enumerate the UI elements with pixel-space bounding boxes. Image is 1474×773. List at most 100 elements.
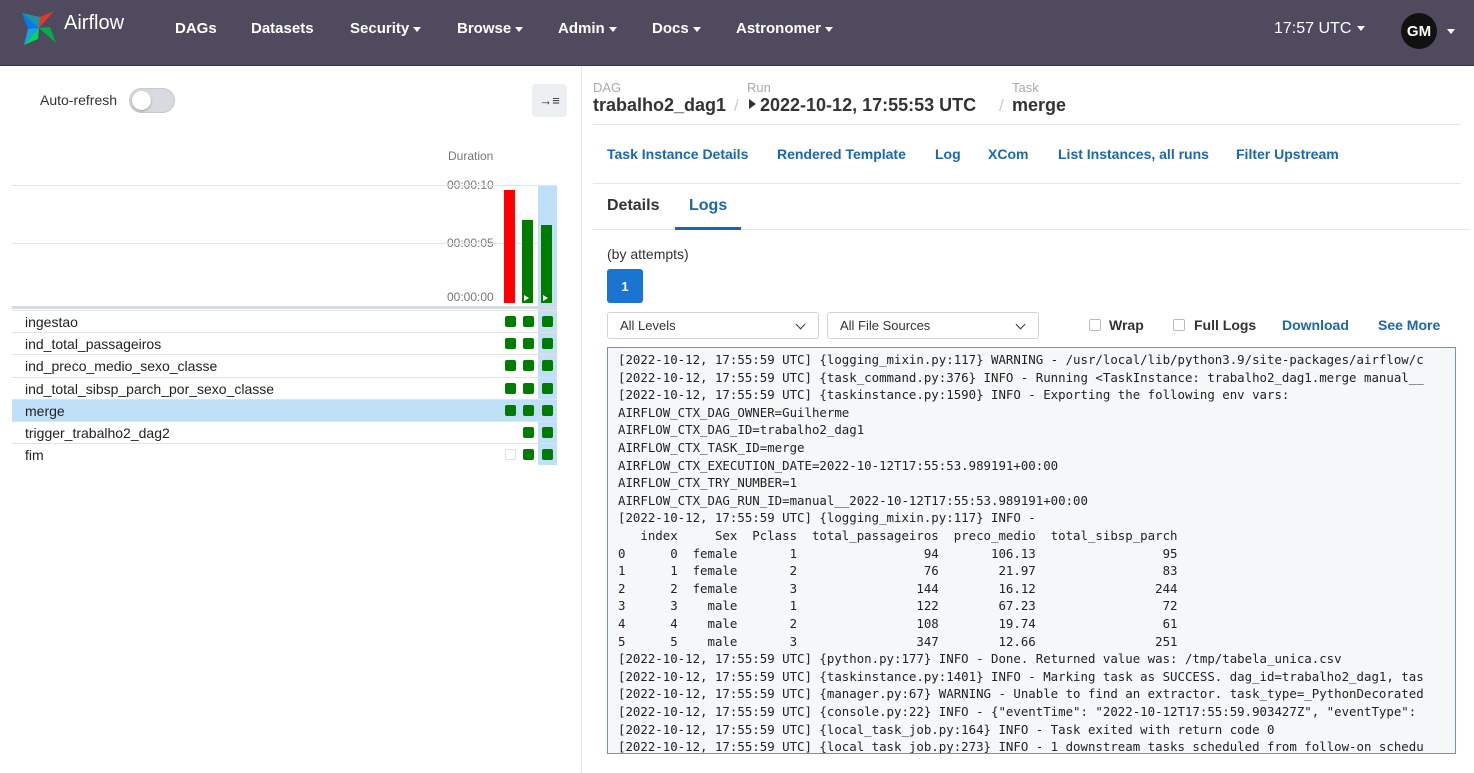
breadcrumb-run-label: Run [747, 80, 771, 95]
log-line: 4 4 male 2 108 19.74 61 [618, 616, 1178, 631]
log-line: 1 1 female 2 76 21.97 83 [618, 563, 1178, 579]
task-instance-status[interactable] [542, 427, 553, 438]
task-row-ingestao[interactable]: ingestao [12, 310, 557, 332]
log-line: AIRFLOW_CTX_EXECUTION_DATE=2022-10-12T17… [618, 457, 1059, 473]
log-line: [2022-10-12, 17:55:59 UTC] {taskinstance… [618, 668, 1424, 684]
task-row-merge[interactable]: merge [12, 398, 557, 421]
log-line: [2022-10-12, 17:55:59 UTC] {local_task_j… [618, 739, 1424, 754]
task-instance-status[interactable] [505, 449, 516, 461]
caret-down-icon [1357, 26, 1366, 32]
task-name: merge [25, 402, 65, 419]
task-instance-status[interactable] [505, 382, 516, 394]
breadcrumb-run[interactable]: 2022-10-12, 17:55:53 UTC [749, 95, 976, 116]
task-instance-status[interactable] [505, 338, 516, 350]
task-instance-status[interactable] [505, 316, 516, 327]
log-line: AIRFLOW_CTX_DAG_OWNER=Guilherme [618, 404, 850, 420]
task-instance-status[interactable] [523, 338, 534, 350]
task-instance-status[interactable] [505, 404, 516, 416]
link-filter-upstream[interactable]: Filter Upstream [1236, 146, 1339, 162]
link-xcom[interactable]: XCom [988, 146, 1028, 162]
timezone-dropdown[interactable]: 17:57 UTC [1274, 20, 1366, 38]
nav-astronomer[interactable]: Astronomer [736, 20, 834, 37]
airflow-logo-icon [22, 11, 56, 45]
duration-bar[interactable] [522, 220, 533, 303]
duration-tick: 00:00:00 [447, 290, 494, 304]
task-instance-status[interactable] [542, 382, 553, 394]
user-menu[interactable]: GM [1401, 13, 1455, 49]
log-line: [2022-10-12, 17:55:59 UTC] {local_task_j… [618, 721, 1275, 737]
toggle-knob [132, 91, 151, 110]
task-instance-status[interactable] [505, 360, 516, 372]
top-navbar: Airflow DAGs Datasets Security Browse Ad… [0, 0, 1474, 66]
full-logs-checkbox[interactable] [1173, 319, 1185, 331]
task-row-ind_total_sibsp_parch_por_sexo_classe[interactable]: ind_total_sibsp_parch_por_sexo_classe [12, 376, 557, 399]
task-instance-status[interactable] [542, 316, 553, 327]
log-line: [2022-10-12, 17:55:59 UTC] {taskinstance… [618, 387, 1290, 403]
task-instance-status[interactable] [523, 404, 534, 416]
download-link[interactable]: Download [1282, 317, 1349, 333]
breadcrumb-separator: / [734, 96, 739, 115]
wrap-label: Wrap [1109, 317, 1144, 333]
brand-name: Airflow [64, 11, 125, 34]
grid-header-line [12, 306, 557, 309]
avatar: GM [1401, 13, 1437, 49]
task-row-trigger_trabalho2_dag2[interactable]: trigger_trabalho2_dag2 [12, 421, 557, 443]
chevron-down-icon [1015, 319, 1026, 330]
manual-run-icon [543, 294, 548, 301]
task-name: ind_total_passageiros [25, 336, 162, 353]
task-instance-status[interactable] [542, 404, 553, 416]
task-row-fim[interactable]: fim [12, 443, 557, 465]
tab-details[interactable]: Details [607, 197, 659, 215]
breadcrumb-task-label: Task [1012, 80, 1039, 95]
link-rendered-template[interactable]: Rendered Template [777, 146, 906, 162]
nav-docs[interactable]: Docs [652, 20, 701, 37]
tab-logs[interactable]: Logs [689, 197, 727, 215]
task-instance-status[interactable] [542, 338, 553, 350]
task-row-ind_total_passageiros[interactable]: ind_total_passageiros [12, 332, 557, 354]
file-source-select[interactable]: All File Sources [827, 312, 1039, 339]
task-instance-status[interactable] [523, 449, 534, 461]
nav-datasets[interactable]: Datasets [251, 20, 314, 37]
task-row-ind_preco_medio_sexo_classe[interactable]: ind_preco_medio_sexo_classe [12, 354, 557, 376]
wrap-checkbox[interactable] [1089, 319, 1101, 331]
task-instance-status[interactable] [523, 360, 534, 372]
task-instance-status[interactable] [523, 382, 534, 394]
breadcrumb-dag-label: DAG [593, 80, 622, 95]
log-line: [2022-10-12, 17:55:59 UTC] {python.py:17… [618, 651, 1342, 667]
log-line: [2022-10-12, 17:55:59 UTC] {logging_mixi… [618, 510, 1036, 526]
link-task-instance-details[interactable]: Task Instance Details [607, 146, 748, 162]
log-line: [2022-10-12, 17:55:59 UTC] {manager.py:6… [618, 686, 1424, 702]
log-line: AIRFLOW_CTX_DAG_ID=trabalho2_dag1 [618, 422, 865, 438]
autorefresh-toggle[interactable] [129, 88, 175, 113]
task-instance-status[interactable] [542, 360, 553, 372]
nav-admin[interactable]: Admin [558, 20, 617, 37]
log-line: AIRFLOW_CTX_DAG_RUN_ID=manual__2022-10-1… [618, 492, 1088, 508]
task-instance-status[interactable] [523, 427, 534, 438]
duration-bar[interactable] [504, 189, 515, 303]
nav-browse[interactable]: Browse [457, 20, 524, 37]
log-level-select[interactable]: All Levels [607, 312, 819, 339]
breadcrumb-task[interactable]: merge [1012, 95, 1066, 116]
duration-label: Duration [448, 149, 494, 163]
run-play-icon [749, 99, 756, 109]
collapse-panel-icon: →≡ [539, 93, 560, 108]
brand[interactable]: Airflow [18, 7, 124, 49]
see-more-link[interactable]: See More [1378, 317, 1440, 333]
link-log[interactable]: Log [935, 146, 961, 162]
log-line: 2 2 female 3 144 16.12 244 [618, 580, 1178, 596]
breadcrumb-dag[interactable]: trabalho2_dag1 [593, 95, 726, 116]
log-line: [2022-10-12, 17:55:59 UTC] {logging_mixi… [618, 352, 1424, 367]
task-instance-status[interactable] [523, 316, 534, 327]
divider [593, 183, 1461, 184]
task-name: trigger_trabalho2_dag2 [25, 425, 170, 441]
collapse-grid-button[interactable]: →≡ [532, 84, 567, 117]
log-line: 0 0 female 1 94 106.13 95 [618, 545, 1178, 561]
task-instance-status[interactable] [542, 449, 553, 461]
task-name: ind_preco_medio_sexo_classe [25, 358, 218, 375]
nav-dags[interactable]: DAGs [175, 20, 217, 37]
nav-security[interactable]: Security [350, 20, 422, 37]
duration-bar[interactable] [541, 224, 552, 303]
log-output[interactable]: [2022-10-12, 17:55:59 UTC] {logging_mixi… [607, 347, 1456, 754]
link-list-instances[interactable]: List Instances, all runs [1058, 146, 1209, 162]
attempt-1-button[interactable]: 1 [607, 269, 643, 303]
